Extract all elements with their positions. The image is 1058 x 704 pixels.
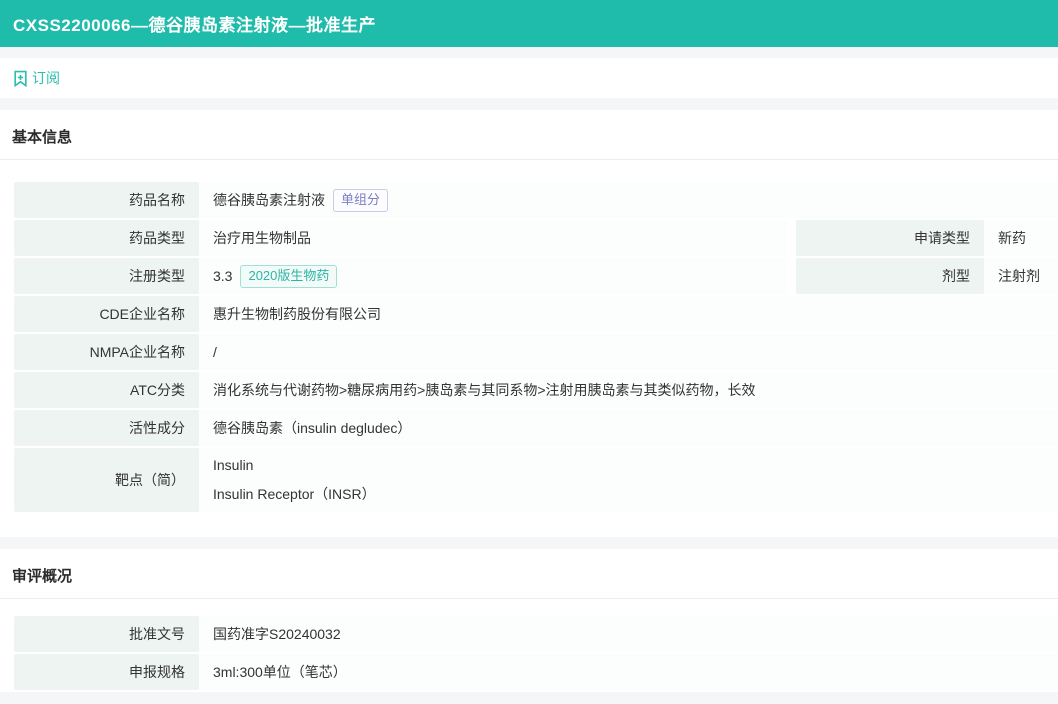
registration-type-value: 3.3 (213, 268, 232, 284)
row-value: 3.3 2020版生物药 (199, 258, 787, 294)
section-header-basic-info: 基本信息 (0, 110, 1058, 160)
column-gap (787, 258, 796, 294)
target-line: Insulin Receptor（INSR） (213, 480, 376, 509)
row-label: 申请类型 (796, 220, 984, 256)
divider-strip (0, 47, 1058, 58)
row-value: 德谷胰岛素（insulin degludec） (199, 410, 1058, 446)
row-value: 惠升生物制药股份有限公司 (199, 296, 1058, 332)
row-label: 药品类型 (14, 220, 199, 256)
divider-strip (0, 537, 1058, 549)
table-row-drug-type: 药品类型 治疗用生物制品 申请类型 新药 (14, 220, 1058, 256)
row-value: Insulin Insulin Receptor（INSR） (199, 448, 1058, 512)
table-row-registration-type: 注册类型 3.3 2020版生物药 剂型 注射剂 (14, 258, 1058, 294)
row-value: 德谷胰岛素注射液 单组分 (199, 182, 1058, 218)
table-row-target: 靶点（简） Insulin Insulin Receptor（INSR） (14, 448, 1058, 512)
basic-info-table: 药品名称 德谷胰岛素注射液 单组分 药品类型 治疗用生物制品 申请类型 新药 注… (14, 182, 1058, 512)
page-title-bar: CXSS2200066—德谷胰岛素注射液—批准生产 (0, 0, 1058, 47)
row-label: 靶点（简） (14, 448, 199, 512)
target-line: Insulin (213, 451, 253, 480)
row-value: 3ml:300单位（笔芯） (199, 654, 1058, 690)
row-label: 申报规格 (14, 654, 199, 690)
review-overview-table: 批准文号 国药准字S20240032 申报规格 3ml:300单位（笔芯） (14, 616, 1058, 690)
subscribe-button[interactable]: 订阅 (12, 68, 60, 88)
table-row-active-ingredient: 活性成分 德谷胰岛素（insulin degludec） (14, 410, 1058, 446)
table-row-cde-company: CDE企业名称 惠升生物制药股份有限公司 (14, 296, 1058, 332)
section-title: 基本信息 (12, 129, 72, 146)
table-row-nmpa-company: NMPA企业名称 / (14, 334, 1058, 370)
column-gap (787, 220, 796, 256)
row-value: 新药 (984, 220, 1058, 256)
row-label: 批准文号 (14, 616, 199, 652)
biologics-2020-badge[interactable]: 2020版生物药 (240, 265, 337, 288)
section-header-review-overview: 审评概况 (0, 549, 1058, 599)
spacer (0, 514, 1058, 537)
table-row-atc-classification: ATC分类 消化系统与代谢药物>糖尿病用药>胰岛素与其同系物>注射用胰岛素与其类… (14, 372, 1058, 408)
divider-strip (0, 98, 1058, 110)
row-value: / (199, 334, 1058, 370)
subscribe-label: 订阅 (32, 68, 60, 88)
page-title: CXSS2200066—德谷胰岛素注射液—批准生产 (13, 11, 376, 36)
drug-name-value: 德谷胰岛素注射液 (213, 190, 325, 210)
row-label: NMPA企业名称 (14, 334, 199, 370)
table-row-approval-number: 批准文号 国药准字S20240032 (14, 616, 1058, 652)
table-row-drug-name: 药品名称 德谷胰岛素注射液 单组分 (14, 182, 1058, 218)
subscribe-bar: 订阅 (0, 58, 1058, 98)
row-label: 活性成分 (14, 410, 199, 446)
single-component-badge[interactable]: 单组分 (333, 189, 388, 212)
row-value: 注射剂 (984, 258, 1058, 294)
bookmark-plus-icon (12, 70, 29, 87)
row-label: 剂型 (796, 258, 984, 294)
bottom-strip (0, 692, 1058, 704)
row-label: ATC分类 (14, 372, 199, 408)
row-label: 药品名称 (14, 182, 199, 218)
row-value: 国药准字S20240032 (199, 616, 1058, 652)
row-value: 消化系统与代谢药物>糖尿病用药>胰岛素与其同系物>注射用胰岛素与其类似药物，长效 (199, 372, 1058, 408)
row-label: 注册类型 (14, 258, 199, 294)
section-title: 审评概况 (12, 568, 72, 585)
row-value: 治疗用生物制品 (199, 220, 787, 256)
table-row-declared-specification: 申报规格 3ml:300单位（笔芯） (14, 654, 1058, 690)
row-label: CDE企业名称 (14, 296, 199, 332)
